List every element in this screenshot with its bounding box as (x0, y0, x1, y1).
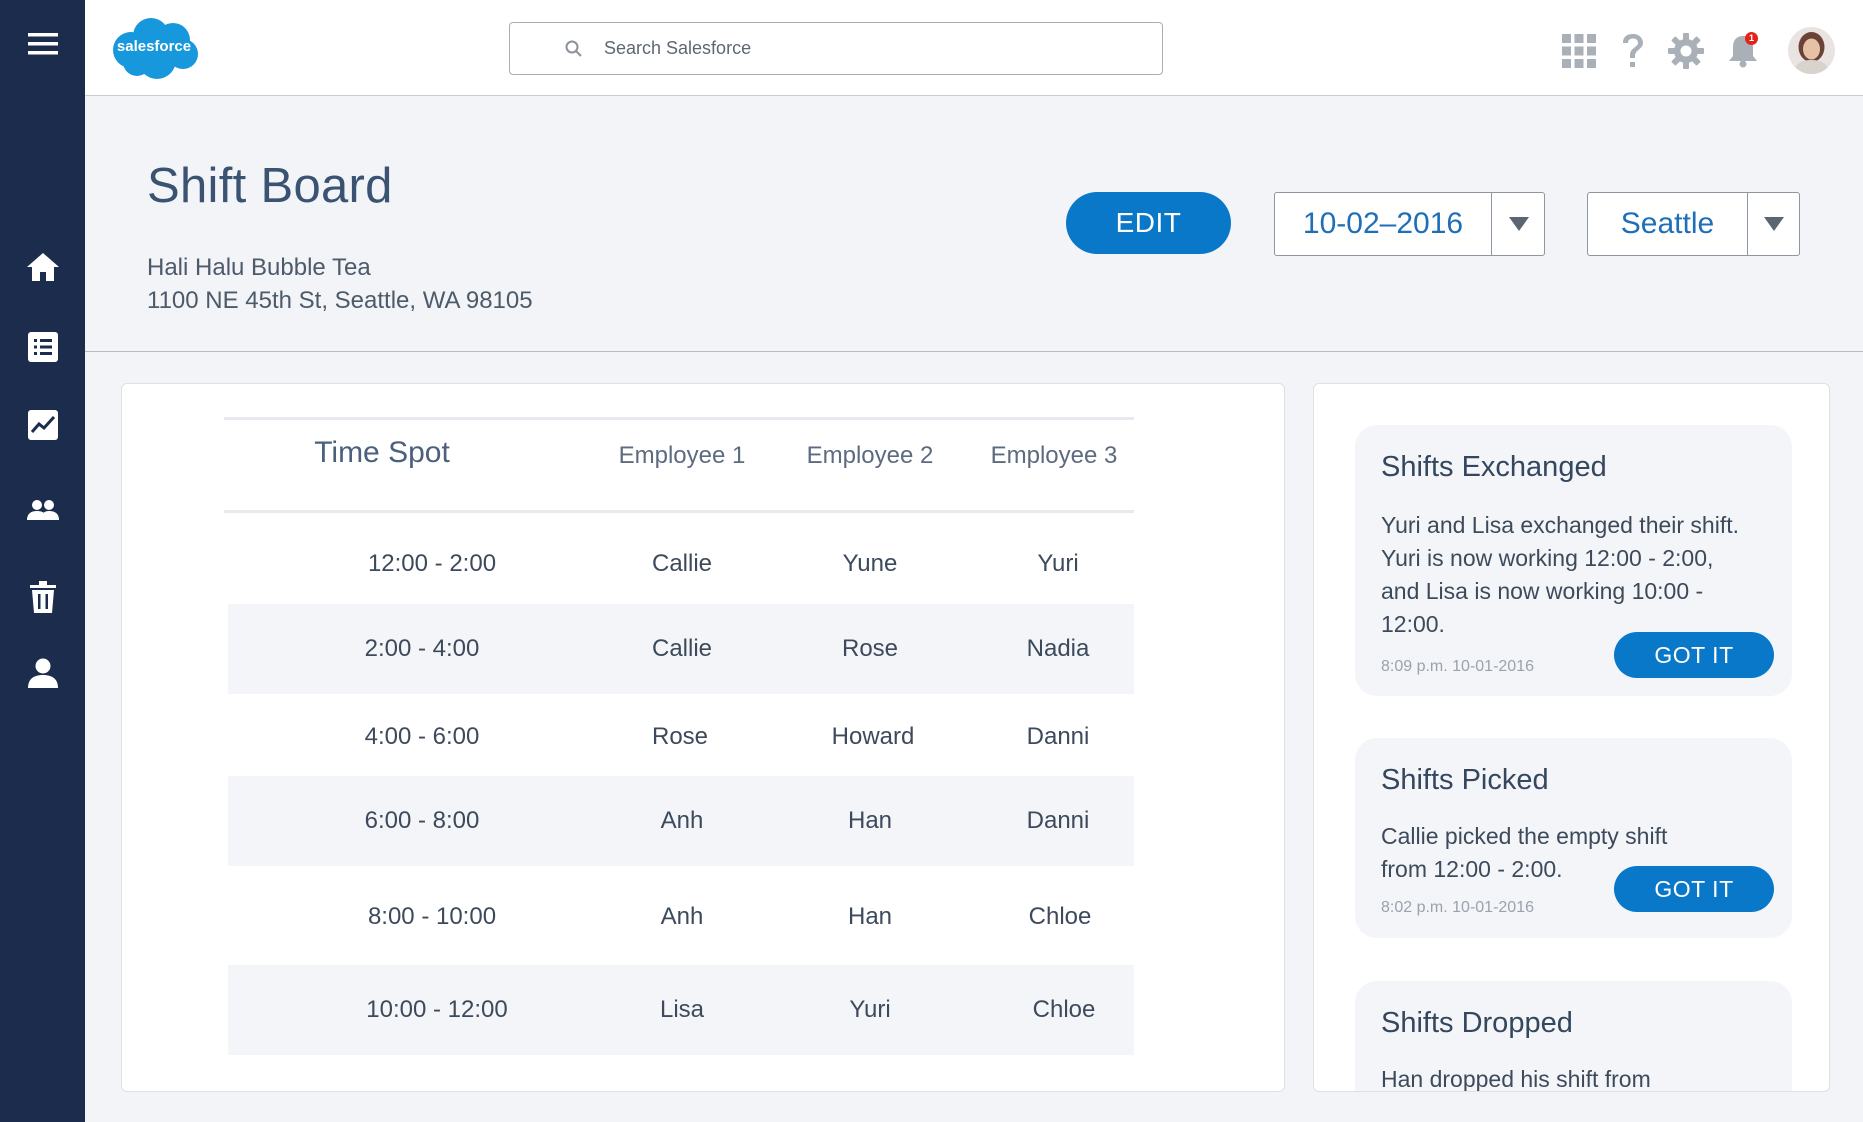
page-title: Shift Board (147, 159, 393, 213)
column-header-time-spot: Time Spot (314, 436, 450, 469)
employee-3-cell: Chloe (1028, 903, 1092, 930)
notification-timestamp: 8:02 p.m. 10-01-2016 (1381, 899, 1534, 916)
employee-1-cell: Lisa (659, 996, 705, 1023)
search-placeholder: Search Salesforce (604, 38, 752, 58)
avatar[interactable] (1788, 27, 1835, 74)
chart-line-icon[interactable] (0, 395, 85, 455)
search-icon (565, 40, 582, 57)
logo-text: salesforce (116, 38, 192, 55)
list-icon[interactable] (0, 317, 85, 377)
notification-card-exchanged: Shifts Exchanged Yuri and Lisa exchanged… (1355, 425, 1792, 696)
edit-button[interactable]: EDIT (1066, 192, 1231, 254)
time-cell: 8:00 - 10:00 (367, 903, 497, 930)
trash-icon[interactable] (0, 567, 85, 627)
employee-2-cell: Han (847, 903, 893, 930)
notification-timestamp: 8:09 p.m. 10-01-2016 (1381, 658, 1534, 675)
search-input[interactable]: Search Salesforce (509, 22, 1163, 75)
setup-gear-icon[interactable] (1665, 30, 1707, 72)
user-icon[interactable] (0, 643, 85, 703)
shift-notifications-panel: Shifts Exchanged Yuri and Lisa exchanged… (1313, 383, 1830, 1092)
notification-title: Shifts Exchanged (1381, 451, 1607, 483)
hamburger-menu-icon[interactable] (0, 14, 85, 74)
date-select-value: 10-02–2016 (1302, 207, 1464, 240)
date-select[interactable]: 10-02–2016 (1274, 192, 1545, 256)
table-row[interactable]: 10:00 - 12:00 Lisa Yuri Chloe (228, 965, 1134, 1055)
employee-3-cell: Nadia (1026, 635, 1090, 662)
notification-card-picked: Shifts Picked Callie picked the empty sh… (1355, 738, 1792, 938)
employee-3-cell: Danni (1026, 723, 1090, 750)
global-header: salesforce Search Salesforce 1 (85, 0, 1863, 96)
table-row[interactable]: 8:00 - 10:00 Anh Han Chloe (228, 872, 1134, 962)
notification-title: Shifts Dropped (1381, 1007, 1573, 1039)
column-header-employee-2: Employee 2 (806, 442, 934, 469)
notification-body: Yuri and Lisa exchanged their shift. Yur… (1381, 512, 1740, 637)
column-header-employee-1: Employee 1 (618, 442, 746, 469)
business-address: 1100 NE 45th St, Seattle, WA 98105 (147, 287, 533, 314)
employee-2-cell: Yune (842, 550, 898, 577)
chevron-down-icon[interactable] (1492, 193, 1545, 255)
employee-3-cell: Chloe (1032, 996, 1096, 1023)
time-cell: 6:00 - 8:00 (364, 807, 480, 834)
notification-card-dropped: Shifts Dropped Han dropped his shift fro… (1355, 981, 1792, 1092)
employee-3-cell: Danni (1026, 807, 1090, 834)
employee-1-cell: Callie (651, 635, 713, 662)
shift-schedule-card: Time Spot Employee 1 Employee 2 Employee… (121, 383, 1285, 1092)
people-icon[interactable] (0, 480, 85, 540)
got-it-button[interactable]: GOT IT (1614, 866, 1774, 912)
time-cell: 10:00 - 12:00 (366, 996, 508, 1023)
employee-1-cell: Callie (651, 550, 713, 577)
notification-title: Shifts Picked (1381, 764, 1549, 796)
got-it-button[interactable]: GOT IT (1614, 632, 1774, 678)
employee-2-cell: Han (847, 807, 893, 834)
page-header: Shift Board Hali Halu Bubble Tea 1100 NE… (85, 96, 1863, 352)
table-row[interactable]: 12:00 - 2:00 Callie Yune Yuri (228, 519, 1134, 609)
employee-3-cell: Yuri (1037, 550, 1079, 577)
employee-2-cell: Howard (831, 723, 915, 750)
time-cell: 2:00 - 4:00 (364, 635, 480, 662)
table-row[interactable]: 2:00 - 4:00 Callie Rose Nadia (228, 604, 1134, 694)
employee-2-cell: Rose (841, 635, 899, 662)
employee-2-cell: Yuri (849, 996, 891, 1023)
location-select-value: Seattle (1620, 207, 1715, 240)
table-row[interactable]: 6:00 - 8:00 Anh Han Danni (228, 776, 1134, 866)
table-header-rule (224, 510, 1134, 513)
left-sidebar (0, 0, 85, 1122)
time-cell: 12:00 - 2:00 (367, 550, 497, 577)
table-row[interactable]: 4:00 - 6:00 Rose Howard Danni (228, 692, 1134, 782)
employee-1-cell: Anh (660, 807, 704, 834)
column-header-employee-3: Employee 3 (990, 442, 1118, 469)
table-top-rule (224, 417, 1134, 420)
app-launcher-icon[interactable] (1559, 30, 1599, 72)
notifications-bell-icon[interactable]: 1 (1723, 30, 1763, 72)
business-name: Hali Halu Bubble Tea (147, 254, 371, 281)
employee-1-cell: Rose (651, 723, 709, 750)
employee-1-cell: Anh (660, 903, 704, 930)
salesforce-logo[interactable]: salesforce (109, 16, 201, 82)
time-cell: 4:00 - 6:00 (364, 723, 480, 750)
chevron-down-icon[interactable] (1748, 193, 1800, 255)
notification-body: Han dropped his shift from (1381, 1066, 1651, 1092)
help-icon[interactable] (1615, 30, 1651, 72)
notification-count-badge: 1 (1745, 32, 1758, 45)
home-icon[interactable] (0, 237, 85, 297)
location-select[interactable]: Seattle (1587, 192, 1800, 256)
